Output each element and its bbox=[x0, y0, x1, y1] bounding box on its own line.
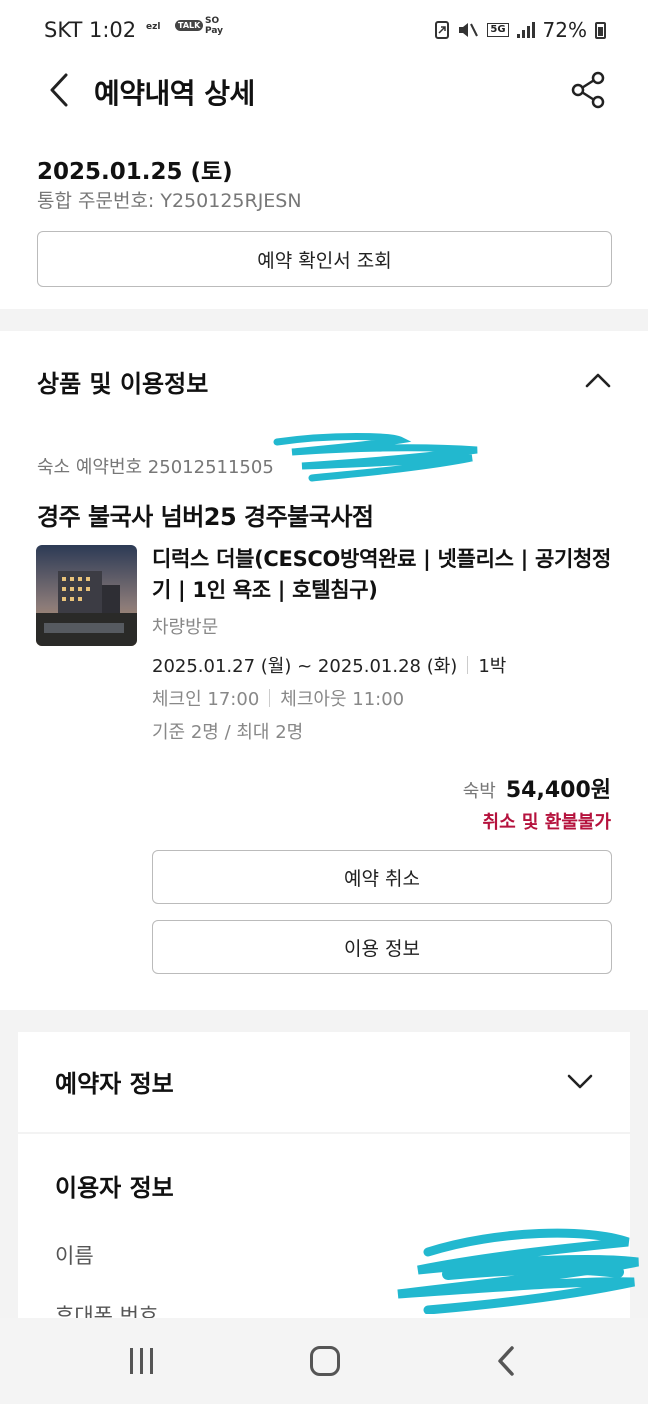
booker-info-card[interactable]: 예약자 정보 bbox=[18, 1032, 630, 1132]
confirmation-button[interactable]: 예약 확인서 조회 bbox=[37, 231, 612, 287]
signal-icon bbox=[516, 22, 535, 38]
kakaotalk-icon: TALK bbox=[175, 20, 204, 31]
room-name: 디럭스 더블(CESCO방역완료 | 넷플리스 | 공기청정기 | 1인 욕조 … bbox=[152, 547, 612, 602]
stay-dates-row: 2025.01.27 (월) ~ 2025.01.28 (화) 1박 bbox=[152, 652, 506, 678]
home-icon[interactable] bbox=[310, 1346, 340, 1376]
redaction-scribble bbox=[273, 433, 478, 482]
sopay-icon: SO Pay bbox=[205, 16, 224, 36]
battery-icon bbox=[595, 21, 606, 39]
order-number: 통합 주문번호: Y250125RJESN bbox=[37, 190, 302, 212]
chevron-down-icon[interactable] bbox=[566, 1072, 594, 1092]
status-right: 5G 72% bbox=[435, 18, 606, 42]
app-header: 예약내역 상세 bbox=[0, 62, 648, 118]
mute-icon bbox=[459, 23, 479, 37]
nights: 1박 bbox=[478, 656, 507, 677]
name-label: 이름 bbox=[55, 1244, 94, 1268]
recent-apps-icon[interactable] bbox=[130, 1348, 153, 1374]
battery-percent: 72% bbox=[542, 18, 587, 42]
network-5g-icon: 5G bbox=[487, 23, 509, 37]
hotel-thumbnail[interactable] bbox=[36, 545, 137, 646]
ezl-icon: ezl bbox=[146, 22, 161, 32]
visit-type: 차량방문 bbox=[152, 617, 219, 638]
price-amount: 54,400원 bbox=[505, 778, 611, 803]
back-icon[interactable] bbox=[494, 1344, 518, 1378]
hotel-name: 경주 불국사 넘버25 경주불국사점 bbox=[37, 503, 374, 531]
price-row: 숙박 54,400원 bbox=[463, 772, 611, 804]
usage-info-button[interactable]: 이용 정보 bbox=[152, 920, 612, 974]
page-title: 예약내역 상세 bbox=[94, 77, 255, 110]
separator bbox=[269, 689, 271, 707]
share-icon[interactable] bbox=[570, 70, 606, 110]
cancel-reservation-button[interactable]: 예약 취소 bbox=[152, 850, 612, 904]
accommodation-reservation-number: 숙소 예약번호 25012511505 bbox=[37, 457, 274, 478]
stay-dates: 2025.01.27 (월) ~ 2025.01.28 (화) bbox=[152, 656, 458, 677]
booker-info-title: 예약자 정보 bbox=[55, 1070, 174, 1098]
guest-capacity: 기준 2명 / 최대 2명 bbox=[152, 722, 304, 743]
section-divider bbox=[0, 309, 648, 331]
user-info-title: 이용자 정보 bbox=[55, 1174, 174, 1202]
chevron-left-icon[interactable] bbox=[44, 72, 74, 108]
chevron-up-icon[interactable] bbox=[584, 370, 612, 390]
data-saver-icon bbox=[435, 21, 450, 39]
system-nav-bar bbox=[0, 1318, 648, 1404]
refund-policy: 취소 및 환불불가 bbox=[482, 812, 611, 833]
carrier-time: SKT 1:02 bbox=[44, 18, 137, 42]
phone-label: 휴대폰 번호 bbox=[55, 1304, 159, 1318]
product-section-title: 상품 및 이용정보 bbox=[37, 370, 209, 398]
separator bbox=[467, 656, 469, 674]
status-bar: SKT 1:02 ezl TALK SO Pay 5G 72% bbox=[0, 0, 648, 62]
price-label: 숙박 bbox=[462, 781, 496, 802]
checkin-row: 체크인 17:00 체크아웃 11:00 bbox=[152, 685, 404, 711]
redaction-scribble bbox=[397, 1228, 639, 1314]
reservation-date: 2025.01.25 (토) bbox=[37, 159, 233, 185]
check-out-time: 체크아웃 11:00 bbox=[280, 689, 405, 710]
check-in-time: 체크인 17:00 bbox=[152, 689, 260, 710]
